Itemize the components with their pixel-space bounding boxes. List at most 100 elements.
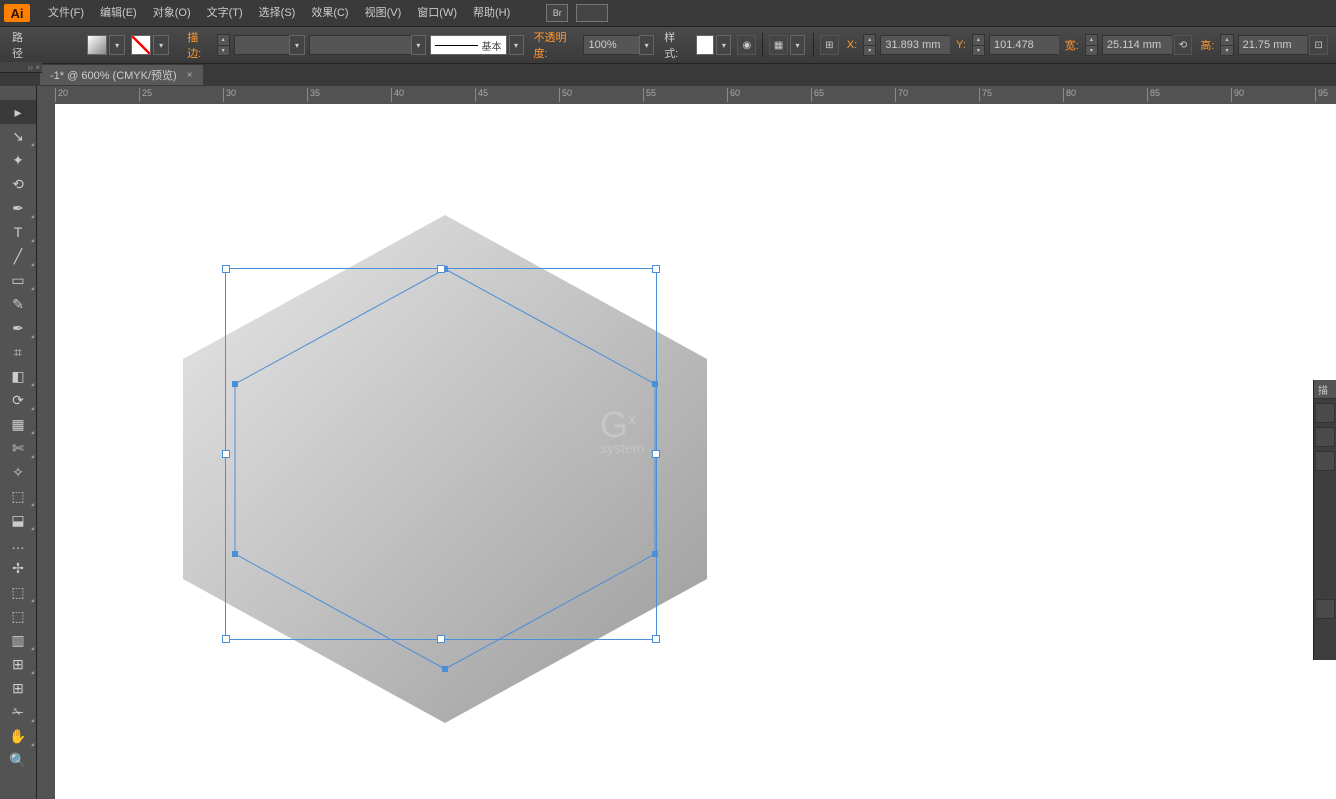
x-label: X:: [841, 39, 863, 51]
free-transform-tool[interactable]: ✧: [0, 460, 36, 484]
fill-dropdown[interactable]: ▾: [109, 35, 125, 55]
mesh-tool[interactable]: …: [0, 532, 36, 556]
tab-close[interactable]: ×: [187, 70, 193, 81]
var-width[interactable]: [309, 35, 411, 55]
gradient-tool[interactable]: ✢: [0, 556, 36, 580]
menu-type[interactable]: 文字(T): [199, 0, 251, 26]
handle-ml[interactable]: [222, 450, 230, 458]
brush-preview[interactable]: 基本: [430, 35, 507, 55]
menu-edit[interactable]: 编辑(E): [92, 0, 145, 26]
canvas[interactable]: 20253035404550556065707580859095: [37, 86, 1336, 799]
recolor-icon[interactable]: ◉: [737, 35, 756, 55]
zoom-tool[interactable]: 🔍: [0, 748, 36, 772]
selection-type: 路径: [6, 29, 39, 61]
blob-brush-tool[interactable]: ⌗: [0, 340, 36, 364]
graph-tool[interactable]: ⊞: [0, 652, 36, 676]
eraser-tool[interactable]: ◧: [0, 364, 36, 388]
fill-group: ▾ ▾: [85, 35, 173, 55]
app-logo: Ai: [4, 4, 30, 22]
rectangle-tool[interactable]: ▭: [0, 268, 36, 292]
selection-tool[interactable]: ▸: [0, 100, 36, 124]
align-icon[interactable]: ▦: [769, 35, 788, 55]
stroke-dropdown[interactable]: ▾: [153, 35, 169, 55]
align-drop[interactable]: ▾: [790, 35, 805, 55]
width-tool[interactable]: ✄: [0, 436, 36, 460]
handle-tr[interactable]: [652, 265, 660, 273]
handle-br[interactable]: [652, 635, 660, 643]
menu-view[interactable]: 视图(V): [357, 0, 410, 26]
tool-panel-header[interactable]: ›› ×: [0, 62, 42, 73]
ruler-origin[interactable]: [37, 86, 56, 105]
handle-bl[interactable]: [222, 635, 230, 643]
selection-bounds[interactable]: [225, 268, 657, 640]
toolbar: ▸ ↘ ✦ ⟲ ✒ T ╱ ▭ ✎ ✒ ⌗ ◧ ⟳ ▦ ✄ ✧ ⬚ ⬓ … ✢ …: [0, 86, 37, 799]
var-width-drop[interactable]: ▾: [411, 35, 426, 55]
opacity-field[interactable]: 100%: [583, 35, 639, 55]
stroke-weight[interactable]: [234, 35, 290, 55]
artboard-tool[interactable]: ⊞: [0, 676, 36, 700]
right-panel-collapsed[interactable]: 描: [1313, 380, 1336, 660]
handle-tc[interactable]: [437, 265, 445, 273]
vertical-ruler[interactable]: [37, 104, 56, 799]
handle-tl[interactable]: [222, 265, 230, 273]
right-panel-btn3[interactable]: [1315, 451, 1335, 471]
slice-tool[interactable]: ✁: [0, 700, 36, 724]
constrain-icon[interactable]: ⊡: [1309, 35, 1328, 55]
hand-tool[interactable]: ✋: [0, 724, 36, 748]
artboard[interactable]: Gx system: [55, 104, 1336, 799]
h-stepper[interactable]: ▴▾: [1220, 34, 1233, 56]
menu-select[interactable]: 选择(S): [251, 0, 304, 26]
menu-effect[interactable]: 效果(C): [303, 0, 356, 26]
stroke-swatch-none[interactable]: [131, 35, 151, 55]
w-stepper[interactable]: ▴▾: [1085, 34, 1098, 56]
perspective-tool[interactable]: ⬓: [0, 508, 36, 532]
line-tool[interactable]: ╱: [0, 244, 36, 268]
h-label: 高:: [1194, 37, 1220, 53]
menu-object[interactable]: 对象(O): [145, 0, 199, 26]
x-field[interactable]: 31.893 mm: [880, 35, 950, 55]
eyedropper-tool[interactable]: ⬚: [0, 580, 36, 604]
w-field[interactable]: 25.114 mm: [1102, 35, 1172, 55]
symbol-sprayer-tool[interactable]: ▥: [0, 628, 36, 652]
handle-bc[interactable]: [437, 635, 445, 643]
menubar: Ai 文件(F) 编辑(E) 对象(O) 文字(T) 选择(S) 效果(C) 视…: [0, 0, 1336, 27]
stroke-label: 描边:: [181, 29, 216, 61]
right-panel-btn2[interactable]: [1315, 427, 1335, 447]
menu-window[interactable]: 窗口(W): [409, 0, 465, 26]
type-tool[interactable]: T: [0, 220, 36, 244]
right-panel-btn4[interactable]: [1315, 599, 1335, 619]
y-field[interactable]: 101.478: [989, 35, 1059, 55]
menu-file[interactable]: 文件(F): [40, 0, 92, 26]
brush-drop[interactable]: ▾: [509, 35, 524, 55]
scale-tool[interactable]: ▦: [0, 412, 36, 436]
handle-mr[interactable]: [652, 450, 660, 458]
paintbrush-tool[interactable]: ✎: [0, 292, 36, 316]
stroke-weight-drop[interactable]: ▾: [289, 35, 304, 55]
document-tab[interactable]: -1* @ 600% (CMYK/预览) ×: [40, 65, 203, 85]
bridge-button[interactable]: Br: [546, 4, 568, 22]
x-stepper[interactable]: ▴▾: [863, 34, 876, 56]
stroke-weight-stepper[interactable]: ▴▾: [217, 34, 230, 56]
link-icon[interactable]: ⟲: [1174, 35, 1193, 55]
shape-builder-tool[interactable]: ⬚: [0, 484, 36, 508]
y-stepper[interactable]: ▴▾: [972, 34, 985, 56]
direct-selection-tool[interactable]: ↘: [0, 124, 36, 148]
opacity-drop[interactable]: ▾: [639, 35, 654, 55]
y-label: Y:: [950, 39, 972, 51]
pen-tool[interactable]: ✒: [0, 196, 36, 220]
fill-swatch[interactable]: [87, 35, 107, 55]
right-panel-tab[interactable]: 描: [1314, 380, 1336, 399]
right-panel-btn1[interactable]: [1315, 403, 1335, 423]
style-swatch[interactable]: [696, 35, 715, 55]
pencil-tool[interactable]: ✒: [0, 316, 36, 340]
horizontal-ruler[interactable]: 20253035404550556065707580859095: [55, 86, 1336, 105]
lasso-tool[interactable]: ⟲: [0, 172, 36, 196]
rotate-tool[interactable]: ⟳: [0, 388, 36, 412]
magic-wand-tool[interactable]: ✦: [0, 148, 36, 172]
menu-help[interactable]: 帮助(H): [465, 0, 518, 26]
workspace-button[interactable]: [576, 4, 608, 22]
blend-tool[interactable]: ⬚: [0, 604, 36, 628]
transform-icon[interactable]: ⊞: [820, 35, 839, 55]
h-field[interactable]: 21.75 mm: [1238, 35, 1308, 55]
style-drop[interactable]: ▾: [716, 35, 731, 55]
